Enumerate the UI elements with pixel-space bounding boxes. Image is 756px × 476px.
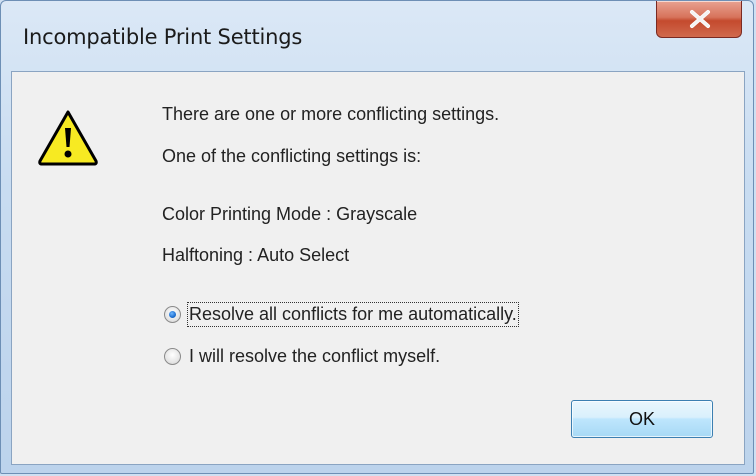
setting-halftoning: Halftoning : Auto Select [162,245,350,265]
setting-color-mode: Color Printing Mode : Grayscale [162,204,418,224]
option-label: I will resolve the conflict myself. [189,346,441,366]
dialog-window: Incompatible Print Settings There are on… [0,0,754,474]
option-resolve-automatically[interactable]: Resolve all conflicts for me automatical… [164,302,519,327]
ok-button[interactable]: OK [571,400,713,438]
option-resolve-myself[interactable]: I will resolve the conflict myself. [164,346,440,367]
message-line-2: One of the conflicting settings is: [162,146,422,166]
close-button[interactable] [656,1,742,38]
message-line-1: There are one or more conflicting settin… [162,104,500,124]
radio-button-unchecked[interactable] [164,348,181,365]
option-label: Resolve all conflicts for me automatical… [187,302,519,327]
warning-icon [38,110,98,166]
window-title: Incompatible Print Settings [23,25,303,49]
title-bar[interactable]: Incompatible Print Settings [1,1,753,71]
radio-button-checked[interactable] [164,306,181,323]
dialog-content: There are one or more conflicting settin… [11,71,745,465]
close-icon [690,10,710,28]
